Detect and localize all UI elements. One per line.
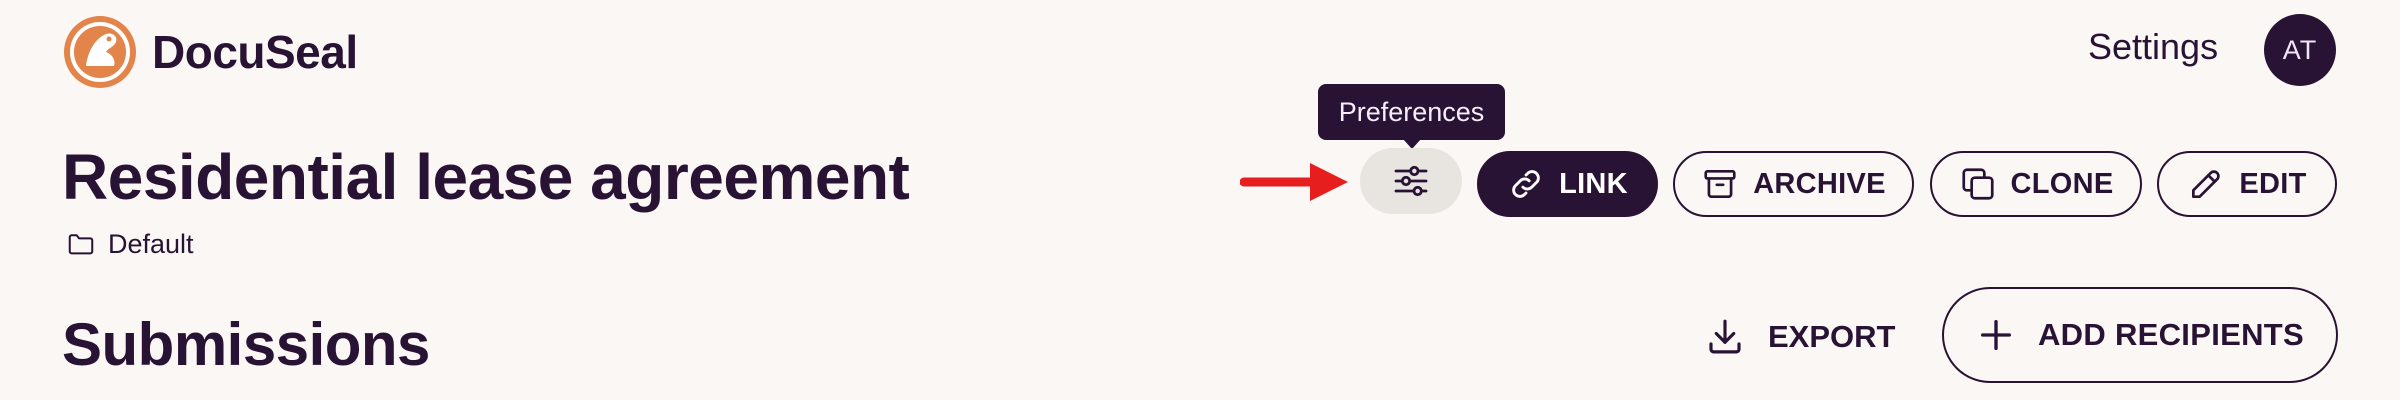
sliders-icon [1394, 165, 1428, 197]
add-recipients-button-label: ADD RECIPIENTS [2037, 317, 2304, 352]
export-button[interactable]: EXPORT [1704, 312, 1895, 362]
annotation-arrow-icon [1240, 163, 1348, 201]
add-recipients-button[interactable]: ADD RECIPIENTS [1942, 287, 2338, 383]
clone-button[interactable]: CLONE [1930, 151, 2142, 217]
export-button-label: EXPORT [1768, 319, 1896, 354]
edit-button[interactable]: EDIT [2157, 151, 2337, 217]
clone-button-label: CLONE [2010, 167, 2114, 200]
brand[interactable]: DocuSeal [62, 14, 358, 90]
folder-link[interactable]: Default [64, 226, 194, 262]
copy-icon [1961, 168, 1994, 200]
download-icon [1709, 319, 1741, 354]
preferences-tooltip: Preferences [1318, 84, 1505, 149]
archive-button-label: ARCHIVE [1753, 167, 1886, 200]
folder-icon [68, 234, 94, 255]
archive-icon [1704, 169, 1736, 199]
brand-name: DocuSeal [152, 26, 358, 78]
template-title: Residential lease agreement [62, 141, 910, 213]
link-button[interactable]: LINK [1477, 151, 1658, 217]
pencil-icon [2192, 170, 2221, 199]
plus-icon [1980, 320, 2011, 350]
link-button-label: LINK [1559, 167, 1628, 200]
submissions-title: Submissions [62, 311, 430, 378]
page: DocuSeal Settings AT Residential lease a… [0, 0, 2400, 400]
archive-button[interactable]: ARCHIVE [1673, 151, 1914, 217]
docuseal-logo-icon [64, 16, 136, 88]
settings-link[interactable]: Settings [2088, 26, 2218, 68]
folder-name: Default [108, 228, 194, 259]
preferences-button[interactable] [1360, 148, 1462, 214]
edit-button-label: EDIT [2239, 167, 2307, 200]
link-icon [1512, 170, 1540, 198]
user-avatar[interactable]: AT [2264, 14, 2336, 86]
